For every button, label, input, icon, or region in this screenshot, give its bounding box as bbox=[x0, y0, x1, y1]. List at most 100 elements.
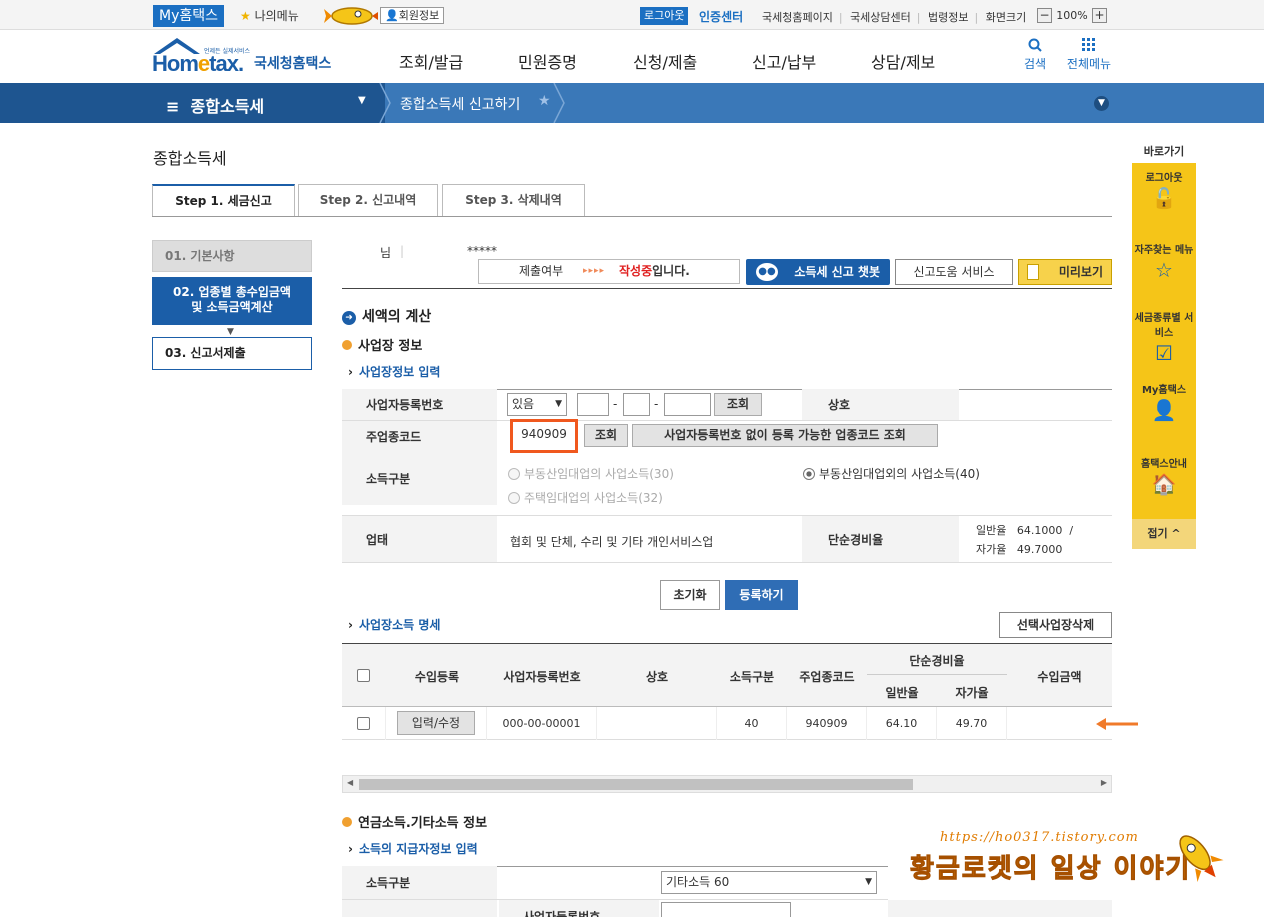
code-lookup-nobiz-button[interactable]: 사업자등록번호 없이 등록 가능한 업종코드 조회 bbox=[632, 424, 938, 447]
col-revenue: 수입금액 bbox=[1037, 670, 1082, 684]
bizno-input2[interactable] bbox=[661, 902, 791, 917]
law-info-link[interactable]: 법령정보 bbox=[928, 11, 968, 24]
bizno-part3-input[interactable] bbox=[664, 393, 711, 416]
watermark-url: https://ho0317.tistory.com bbox=[940, 830, 1139, 845]
quick-fold-button[interactable]: 접기 ^ bbox=[1132, 519, 1196, 549]
watermark-text: 황금로켓의 일상 이야기 bbox=[909, 854, 1192, 885]
col-main-code: 주업종코드 bbox=[799, 670, 855, 684]
main-code-highlight bbox=[510, 419, 578, 453]
quick-logout[interactable]: 로그아웃 🔓 bbox=[1132, 163, 1196, 235]
col-income-type: 소득구분 bbox=[729, 670, 775, 684]
tab-step3[interactable]: Step 3. 삭제내역 bbox=[442, 184, 585, 217]
quick-menu-title: 바로가기 bbox=[1143, 145, 1185, 158]
bizno-lookup-button[interactable]: 조회 bbox=[714, 393, 762, 416]
checkbox-icon: ☑ bbox=[1155, 341, 1173, 365]
scroll-right-icon: ▶ bbox=[1100, 778, 1107, 787]
member-info-button[interactable]: 👤회원정보 bbox=[380, 7, 445, 24]
screen-size-label: 화면크기 bbox=[985, 11, 1027, 24]
zoom-out-button[interactable]: − bbox=[1037, 8, 1052, 23]
step-basic[interactable]: 01. 기본사항 bbox=[152, 240, 312, 272]
logout-button[interactable]: 로그아웃 bbox=[640, 7, 689, 25]
edit-button[interactable]: 입력/수정 bbox=[397, 711, 475, 735]
quick-guide[interactable]: 홈택스안내 🏠 bbox=[1132, 449, 1196, 519]
bizno-exists-select[interactable]: 있음 ▼ bbox=[507, 393, 567, 416]
hometax-logo[interactable]: 언제든 실제서비스 Hometax. 국세청홈택스 bbox=[152, 36, 337, 80]
gnb-application[interactable]: 신청/제출 bbox=[633, 49, 697, 73]
document-icon bbox=[1027, 264, 1039, 280]
radio-icon bbox=[508, 467, 520, 480]
tab-step1[interactable]: Step 1. 세금신고 bbox=[152, 184, 295, 217]
gnb-inquiry[interactable]: 조회/발급 bbox=[399, 49, 463, 73]
bizno-part2-input[interactable] bbox=[623, 393, 650, 416]
search-icon bbox=[1028, 38, 1042, 52]
gnb-consult[interactable]: 상담/제보 bbox=[871, 49, 935, 73]
gnb-filing[interactable]: 신고/납부 bbox=[752, 49, 816, 73]
star-icon: ★ bbox=[240, 9, 251, 23]
business-input-heading: › 사업장정보 입력 bbox=[348, 365, 441, 379]
scroll-thumb[interactable] bbox=[359, 779, 913, 790]
horizontal-scrollbar[interactable]: ◀ ▶ bbox=[342, 775, 1112, 793]
row-checkbox[interactable] bbox=[342, 707, 386, 740]
row-bizno: 000-00-00001 bbox=[487, 707, 597, 740]
col-bizno: 사업자등록번호 bbox=[503, 670, 581, 684]
business-info-heading: 사업장 정보 bbox=[342, 335, 422, 354]
nts-homepage-link[interactable]: 국세청홈페이지 bbox=[762, 11, 833, 24]
my-hometax-link[interactable]: My홈택스 bbox=[153, 5, 225, 27]
row-bizno2: 사업자등록번호 bbox=[342, 900, 888, 917]
person-icon: 👤 bbox=[1151, 398, 1177, 422]
help-service-button[interactable]: 신고도움 서비스 bbox=[895, 259, 1013, 285]
quick-tax-services[interactable]: 세금종류별 서비스 ☑ bbox=[1132, 303, 1196, 375]
breadcrumb-separator-2 bbox=[553, 83, 565, 123]
member-info-label: 회원정보 bbox=[398, 9, 440, 22]
self-rate-value: 자가율 49.7000 bbox=[976, 543, 1063, 556]
income-type-label2: 소득구분 bbox=[342, 866, 497, 899]
zoom-in-button[interactable]: + bbox=[1092, 8, 1107, 23]
radio-checked-icon bbox=[803, 467, 815, 480]
radio-rental-30[interactable]: 부동산임대업의 사업소득(30) bbox=[508, 465, 674, 482]
chatbot-button[interactable]: ●● 소득세 신고 챗봇 bbox=[746, 259, 890, 285]
status-text: 작성중입니다. bbox=[619, 264, 690, 278]
radio-nonrental-40[interactable]: 부동산임대업외의 사업소득(40) bbox=[803, 465, 980, 482]
delete-selected-button[interactable]: 선택사업장삭제 bbox=[999, 612, 1112, 638]
consult-center-link[interactable]: 국세상담센터 bbox=[850, 11, 911, 24]
quick-my-hometax[interactable]: My홈택스 👤 bbox=[1132, 375, 1196, 449]
reset-button[interactable]: 초기화 bbox=[660, 580, 720, 610]
breadcrumb[interactable]: 종합소득세 신고하기 bbox=[400, 94, 520, 114]
user-suffix: 님 bbox=[380, 246, 392, 260]
progress-arrows-icon: ▸▸▸▸ bbox=[583, 266, 606, 276]
main-code-lookup-button[interactable]: 조회 bbox=[584, 424, 628, 447]
star-icon: ☆ bbox=[1155, 258, 1173, 282]
bullet-icon bbox=[342, 340, 352, 350]
top-links: 국세청홈페이지 | 국세상담센터 | 법령정보 | 화면크기 bbox=[762, 11, 1027, 24]
radio-housing-32[interactable]: 주택임대업의 사업소득(32) bbox=[508, 489, 663, 506]
cert-center-link[interactable]: 인증센터 bbox=[699, 8, 743, 25]
search-button[interactable]: 검색 bbox=[1018, 38, 1052, 72]
select-all-checkbox[interactable] bbox=[357, 669, 370, 685]
section-divider bbox=[342, 288, 1112, 289]
dropdown-arrow-icon: ▼ bbox=[555, 399, 562, 409]
header-sub-divider bbox=[867, 674, 1007, 675]
favorite-star-icon[interactable]: ★ bbox=[538, 93, 551, 109]
tab-step2[interactable]: Step 2. 신고내역 bbox=[298, 184, 438, 217]
quick-favorites[interactable]: 자주찾는 메뉴 ☆ bbox=[1132, 235, 1196, 303]
bizno-part1-input[interactable] bbox=[577, 393, 609, 416]
step-income-calc[interactable]: 02. 업종별 총수입금액 및 소득금액계산 bbox=[152, 277, 312, 325]
bullet-icon bbox=[342, 817, 352, 827]
chevron-down-icon[interactable]: ▼ bbox=[1094, 96, 1109, 111]
nav-menu-title[interactable]: ≡ 종합소득세 bbox=[166, 93, 264, 117]
all-menu-button[interactable]: 전체메뉴 bbox=[1062, 38, 1116, 72]
my-menu-link[interactable]: ★ 나의메뉴 bbox=[240, 7, 299, 24]
gnb-certificate[interactable]: 민원증명 bbox=[518, 49, 577, 73]
income-type-label: 소득구분 bbox=[342, 451, 497, 505]
chevron-right-icon: › bbox=[348, 618, 353, 632]
breadcrumb-separator bbox=[379, 83, 391, 123]
hamburger-icon: ≡ bbox=[166, 97, 180, 116]
caret-down-icon[interactable]: ▼ bbox=[358, 95, 366, 106]
row-self: 49.70 bbox=[937, 707, 1007, 740]
step-submit[interactable]: 03. 신고서제출 bbox=[152, 337, 312, 370]
register-button[interactable]: 등록하기 bbox=[725, 580, 798, 610]
income-type-select[interactable]: 기타소득 60 ▼ bbox=[661, 871, 877, 894]
preview-button[interactable]: 미리보기 bbox=[1018, 259, 1112, 285]
scroll-left-icon: ◀ bbox=[347, 778, 354, 787]
uptae-value: 협회 및 단체, 수리 및 기타 개인서비스업 bbox=[510, 535, 714, 549]
